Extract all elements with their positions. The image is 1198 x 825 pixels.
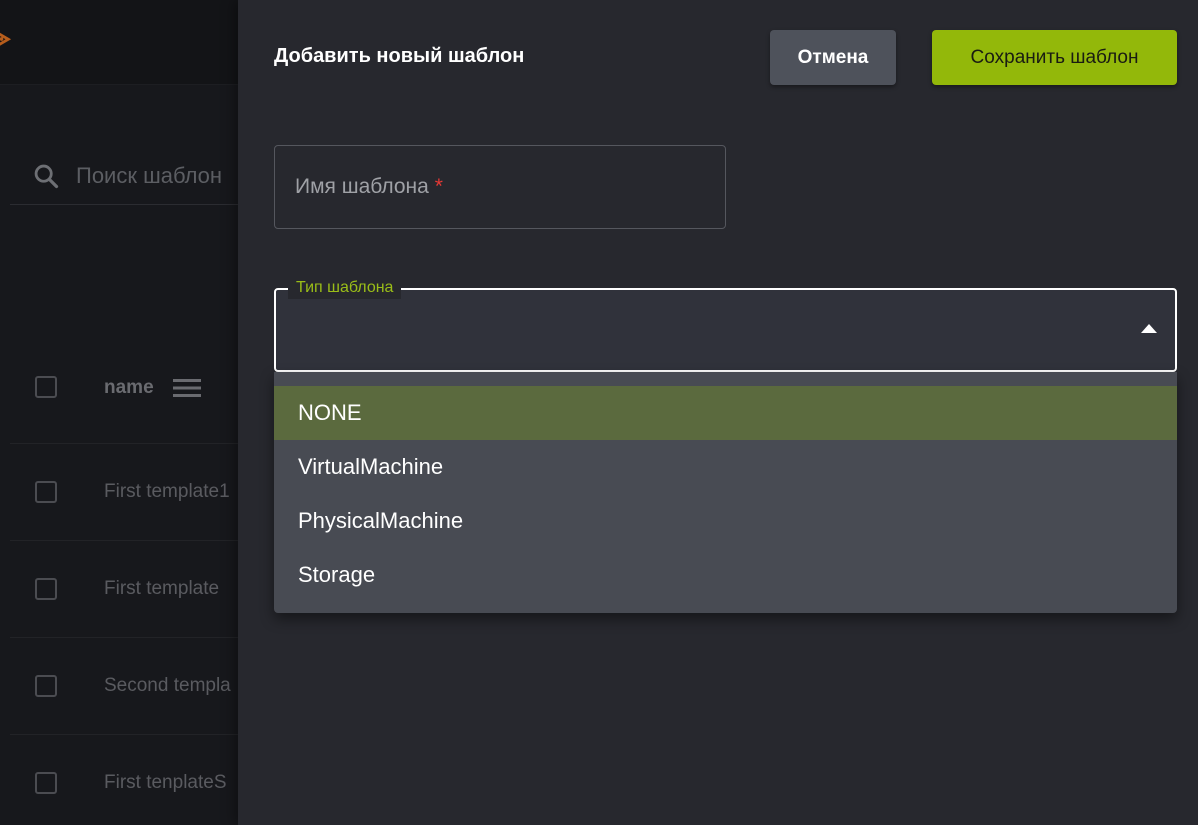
row-checkbox[interactable]: [35, 675, 57, 697]
drawer-title: Добавить новый шаблон: [274, 45, 525, 67]
row-name: First tenplateS: [104, 772, 227, 793]
template-search[interactable]: Поиск шаблон: [10, 146, 270, 205]
option-storage[interactable]: Storage: [274, 548, 1177, 602]
add-template-drawer: Добавить новый шаблон Отмена Сохранить ш…: [238, 0, 1198, 825]
row-checkbox[interactable]: [35, 481, 57, 503]
row-checkbox[interactable]: [35, 772, 57, 794]
required-mark: *: [434, 175, 443, 198]
table-header-row: name: [10, 340, 270, 444]
row-name: First template: [104, 578, 220, 599]
template-name-placeholder-text: Имя шаблона: [295, 175, 429, 198]
table-row[interactable]: First template1: [10, 444, 270, 541]
save-template-button[interactable]: Сохранить шаблон: [932, 30, 1177, 85]
search-icon: [34, 164, 59, 189]
table-row[interactable]: First template: [10, 541, 270, 638]
option-virtual-machine[interactable]: VirtualMachine: [274, 440, 1177, 494]
row-checkbox[interactable]: [35, 578, 57, 600]
template-type-select[interactable]: Тип шаблона: [274, 277, 1177, 372]
row-name: Second templa: [104, 675, 231, 696]
option-physical-machine[interactable]: PhysicalMachine: [274, 494, 1177, 548]
table-row[interactable]: Second templa: [10, 638, 270, 735]
arrow-up-icon[interactable]: [1141, 323, 1157, 333]
template-name-field[interactable]: Имя шаблона *: [274, 145, 726, 229]
row-name: First template1: [104, 481, 230, 502]
template-type-label: Тип шаблона: [288, 277, 402, 299]
column-header-name[interactable]: name: [104, 376, 154, 400]
option-none[interactable]: NONE: [274, 386, 1177, 440]
cancel-button[interactable]: Отмена: [770, 30, 896, 85]
template-type-options: NONE VirtualMachine PhysicalMachine Stor…: [274, 372, 1177, 613]
menu-icon[interactable]: [173, 377, 201, 399]
app-logo-icon: ᗎ: [0, 27, 12, 54]
table-row[interactable]: First tenplateS: [10, 735, 270, 825]
select-all-checkbox[interactable]: [35, 376, 57, 398]
search-input[interactable]: Поиск шаблон: [76, 162, 222, 190]
page: ᗎ Поиск шаблон name First template1 Firs…: [0, 0, 1198, 825]
template-name-placeholder: Имя шаблона *: [295, 173, 443, 201]
